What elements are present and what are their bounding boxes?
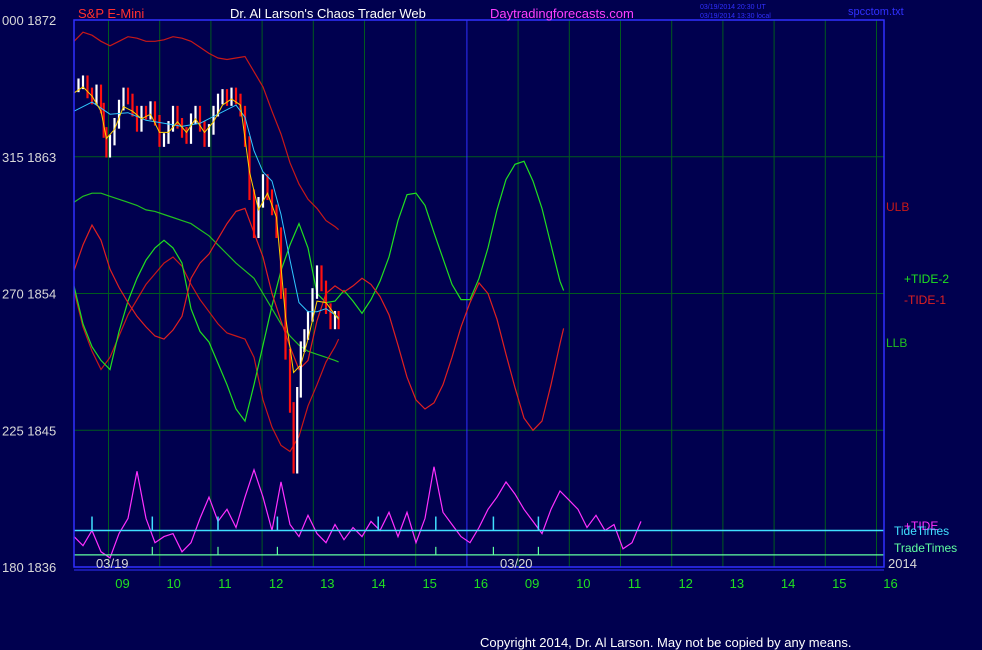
x-tick-label: 16	[883, 576, 897, 591]
series-label: -TIDE-1	[904, 293, 946, 307]
x-tick-label: 13	[730, 576, 744, 591]
x-tick-label: 11	[218, 576, 232, 591]
x-tick-label: 16	[474, 576, 488, 591]
x-tick-label: 14	[371, 576, 385, 591]
y-tick-label: 180 1836	[2, 560, 56, 575]
y-tick-label: 270 1854	[2, 287, 56, 302]
x-tick-label: 13	[320, 576, 334, 591]
x-tick-label: 15	[832, 576, 846, 591]
series-label: TideTimes	[894, 524, 949, 538]
timestamp-ut: 03/19/2014 20:30 UT	[700, 4, 766, 11]
symbol-title: S&P E-Mini	[78, 6, 144, 21]
x-tick-label: 09	[115, 576, 129, 591]
x-tick-label: 10	[576, 576, 590, 591]
timestamp-local: 03/19/2014 13:30 local	[700, 13, 771, 20]
date-label: 2014	[888, 556, 917, 571]
author-title: Dr. Al Larson's Chaos Trader Web	[230, 6, 426, 21]
series-label: TradeTimes	[894, 541, 957, 555]
series-label: ULB	[886, 200, 909, 214]
series-label: LLB	[886, 336, 907, 350]
x-tick-label: 10	[166, 576, 180, 591]
x-tick-label: 15	[422, 576, 436, 591]
x-tick-label: 12	[678, 576, 692, 591]
y-tick-label: 000 1872	[2, 13, 56, 28]
y-tick-label: 225 1845	[2, 423, 56, 438]
date-label: 03/20	[500, 556, 533, 571]
series-label: +TIDE-2	[904, 272, 949, 286]
chart-background	[0, 0, 982, 650]
x-tick-label: 14	[781, 576, 795, 591]
y-tick-label: 315 1863	[2, 150, 56, 165]
site-title: Daytradingforecasts.com	[490, 6, 634, 21]
x-tick-label: 11	[628, 576, 642, 591]
x-tick-label: 12	[269, 576, 283, 591]
file-name: spcctom.txt	[848, 6, 904, 18]
date-label: 03/19	[96, 556, 129, 571]
x-tick-label: 09	[525, 576, 539, 591]
chart: 000 1872 315 1863 270 1854 225 1845 180 1836…	[0, 0, 982, 650]
copyright: Copyright 2014, Dr. Al Larson. May not b…	[480, 635, 851, 650]
